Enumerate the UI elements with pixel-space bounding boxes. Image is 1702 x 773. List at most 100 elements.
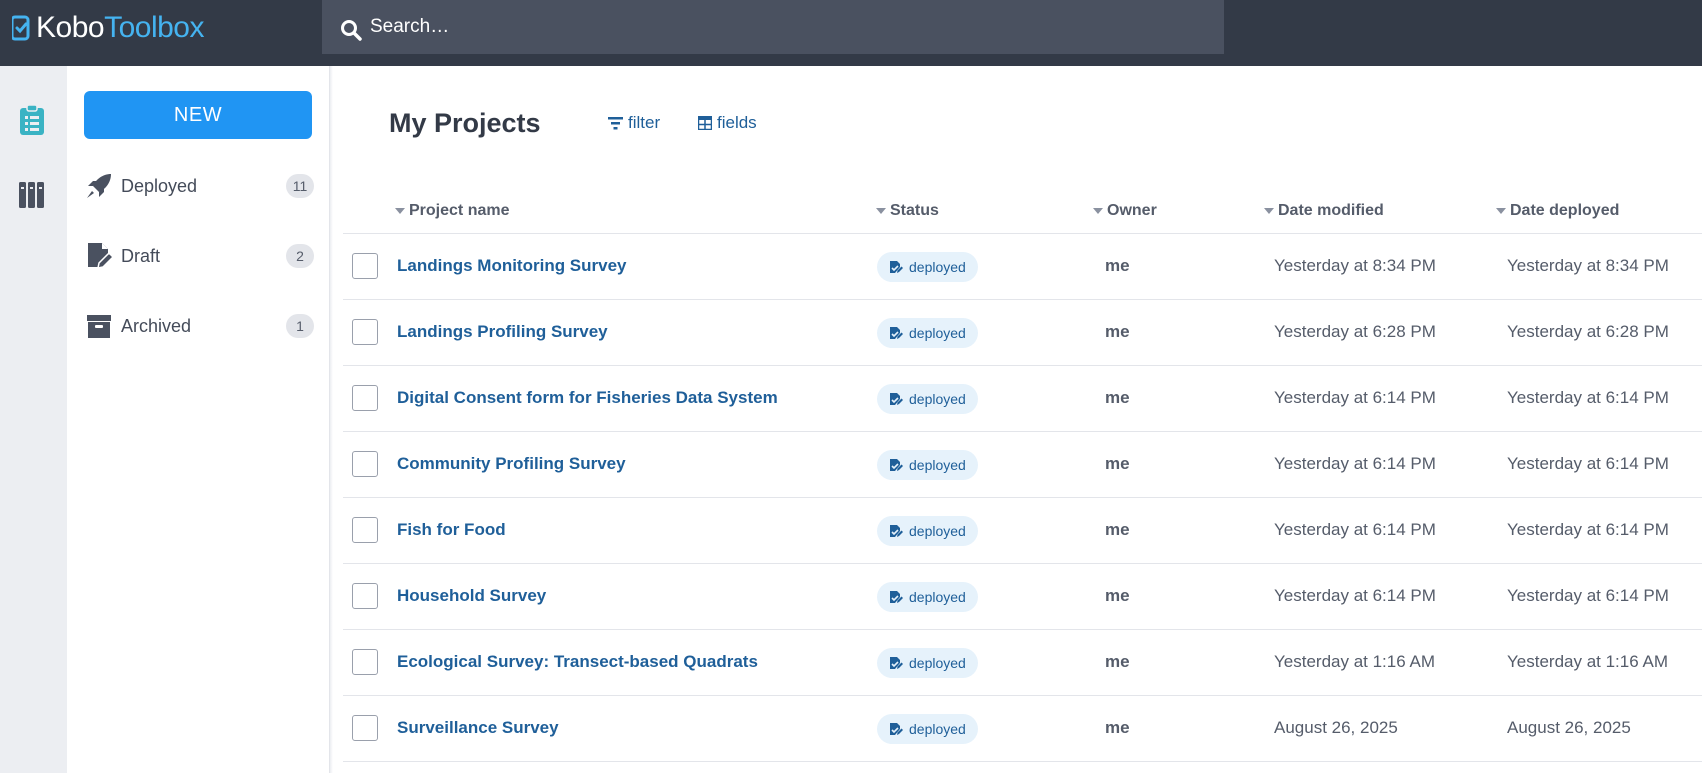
deployed-icon (890, 723, 903, 735)
filter-icon (608, 117, 623, 130)
project-name-link[interactable]: Digital Consent form for Fisheries Data … (397, 388, 778, 408)
sidebar-item-label: Draft (121, 245, 161, 266)
owner-cell: me (1105, 718, 1130, 737)
deployed-icon (890, 393, 903, 405)
status-badge: deployed (877, 318, 978, 348)
project-name-link[interactable]: Surveillance Survey (397, 718, 559, 738)
column-header-project-name[interactable]: Project name (395, 202, 509, 220)
date-deployed-cell: Yesterday at 6:14 PM (1507, 388, 1669, 407)
search-input[interactable] (370, 16, 1190, 38)
table-row[interactable]: Community Profiling Survey deployed me Y… (343, 432, 1702, 498)
date-deployed-cell: Yesterday at 6:14 PM (1507, 586, 1669, 605)
count-badge: 11 (286, 174, 314, 198)
filter-button[interactable]: filter (608, 110, 660, 136)
project-name-link[interactable]: Ecological Survey: Transect-based Quadra… (397, 652, 758, 672)
count-badge: 2 (286, 244, 314, 268)
top-bar: KoboToolbox (0, 0, 1702, 66)
deployed-icon (890, 525, 903, 537)
status-label: deployed (909, 391, 966, 407)
date-modified-cell: Yesterday at 1:16 AM (1274, 652, 1435, 671)
kobotoolbox-logo[interactable]: KoboToolbox (12, 10, 204, 46)
table-row[interactable]: Surveillance Survey deployed me August 2… (343, 696, 1702, 762)
draft-icon (84, 241, 114, 271)
sidebar-item-archived[interactable]: Archived 1 (84, 306, 314, 346)
deployed-icon (890, 591, 903, 603)
status-label: deployed (909, 325, 966, 341)
sort-caret-icon (876, 208, 886, 214)
column-header-date-deployed[interactable]: Date deployed (1496, 202, 1619, 220)
sidebar-item-label: Archived (121, 315, 192, 336)
project-name-link[interactable]: Community Profiling Survey (397, 454, 626, 474)
left-rail (0, 66, 67, 773)
sidebar-item-draft[interactable]: Draft 2 (84, 236, 314, 276)
row-checkbox[interactable] (352, 715, 378, 741)
owner-cell: me (1105, 520, 1130, 539)
fields-label: fields (717, 113, 757, 132)
row-checkbox[interactable] (352, 319, 378, 345)
sort-caret-icon (395, 208, 405, 214)
status-label: deployed (909, 523, 966, 539)
column-header-owner[interactable]: Owner (1093, 202, 1157, 220)
new-project-button[interactable]: NEW (84, 91, 312, 139)
sidebar: NEW Deployed 11 Draft 2 Archived 1 (67, 66, 330, 773)
status-label: deployed (909, 655, 966, 671)
library-icon[interactable] (18, 178, 46, 210)
row-checkbox[interactable] (352, 649, 378, 675)
projects-icon[interactable] (18, 104, 46, 136)
owner-cell: me (1105, 586, 1130, 605)
owner-cell: me (1105, 388, 1130, 407)
row-checkbox[interactable] (352, 451, 378, 477)
date-deployed-cell: Yesterday at 6:28 PM (1507, 322, 1669, 341)
status-badge: deployed (877, 384, 978, 414)
table-row[interactable]: Landings Profiling Survey deployed me Ye… (343, 300, 1702, 366)
status-label: deployed (909, 721, 966, 737)
date-deployed-cell: Yesterday at 6:14 PM (1507, 520, 1669, 539)
page-title: My Projects (389, 108, 541, 138)
column-header-date-modified[interactable]: Date modified (1264, 202, 1384, 220)
status-badge: deployed (877, 582, 978, 612)
deployed-icon (890, 327, 903, 339)
owner-cell: me (1105, 454, 1130, 473)
status-label: deployed (909, 589, 966, 605)
table-header: Project name Status Owner Date modified … (343, 192, 1702, 234)
archive-icon (84, 311, 114, 341)
logo-mark-icon (12, 15, 30, 41)
fields-button[interactable]: fields (698, 110, 757, 136)
row-checkbox[interactable] (352, 583, 378, 609)
project-name-link[interactable]: Fish for Food (397, 520, 506, 540)
date-deployed-cell: Yesterday at 1:16 AM (1507, 652, 1668, 671)
search-bar[interactable] (322, 0, 1224, 54)
status-label: deployed (909, 457, 966, 473)
sort-caret-icon (1264, 208, 1274, 214)
status-badge: deployed (877, 516, 978, 546)
project-name-link[interactable]: Landings Monitoring Survey (397, 256, 627, 276)
date-modified-cell: Yesterday at 8:34 PM (1274, 256, 1436, 275)
table-row[interactable]: Digital Consent form for Fisheries Data … (343, 366, 1702, 432)
row-checkbox[interactable] (352, 385, 378, 411)
sidebar-item-deployed[interactable]: Deployed 11 (84, 166, 314, 206)
date-modified-cell: Yesterday at 6:14 PM (1274, 388, 1436, 407)
deployed-icon (890, 657, 903, 669)
owner-cell: me (1105, 652, 1130, 671)
date-deployed-cell: Yesterday at 8:34 PM (1507, 256, 1669, 275)
deployed-icon (890, 261, 903, 273)
table-row[interactable]: Landings Monitoring Survey deployed me Y… (343, 234, 1702, 300)
column-header-status[interactable]: Status (876, 202, 939, 220)
sort-caret-icon (1496, 208, 1506, 214)
table-row[interactable]: Fish for Food deployed me Yesterday at 6… (343, 498, 1702, 564)
count-badge: 1 (286, 314, 314, 338)
row-checkbox[interactable] (352, 253, 378, 279)
table-body: Landings Monitoring Survey deployed me Y… (343, 234, 1702, 762)
status-badge: deployed (877, 252, 978, 282)
project-name-link[interactable]: Landings Profiling Survey (397, 322, 608, 342)
date-modified-cell: Yesterday at 6:14 PM (1274, 586, 1436, 605)
date-modified-cell: Yesterday at 6:14 PM (1274, 454, 1436, 473)
row-checkbox[interactable] (352, 517, 378, 543)
filter-label: filter (628, 113, 661, 132)
table-row[interactable]: Ecological Survey: Transect-based Quadra… (343, 630, 1702, 696)
table-row[interactable]: Household Survey deployed me Yesterday a… (343, 564, 1702, 630)
project-name-link[interactable]: Household Survey (397, 586, 546, 606)
status-badge: deployed (877, 648, 978, 678)
date-deployed-cell: August 26, 2025 (1507, 718, 1631, 737)
logo-toolbox-text: Toolbox (104, 11, 204, 44)
